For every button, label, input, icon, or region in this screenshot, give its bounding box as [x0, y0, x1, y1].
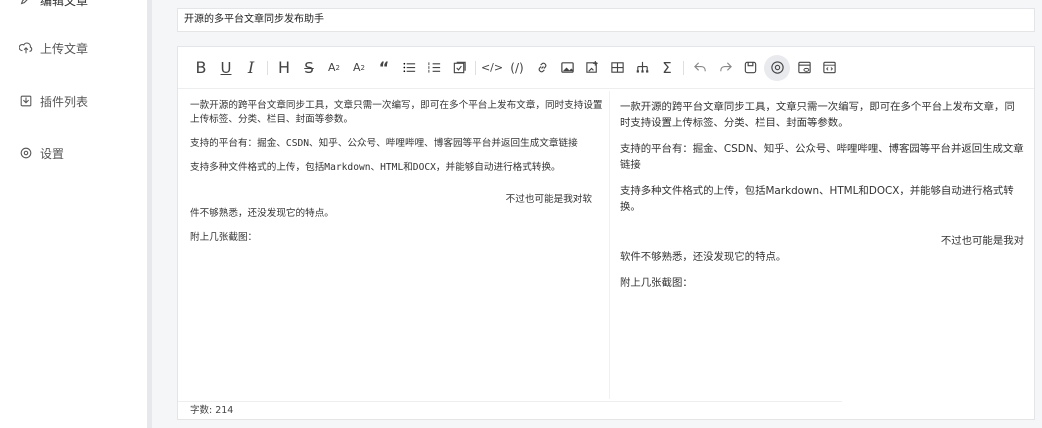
editor-toolbar: B U I H S A2 A2 “ </> (/) Σ: [178, 47, 1034, 89]
inline-formula-icon[interactable]: (/): [506, 56, 528, 80]
source-paragraph: 支持多种文件格式的上传，包括Markdown、HTML和DOCX，并能够自动进行…: [190, 162, 561, 173]
source-paragraph: 一款开源的跨平台文章同步工具，文章只需一次编写，即可在多个平台上发布文章，同时支…: [190, 100, 603, 125]
preview-paragraph: 支持多种文件格式的上传，包括Markdown、HTML和DOCX，并能够自动进行…: [620, 185, 1014, 213]
edit-icon: [19, 0, 33, 7]
undo-icon[interactable]: [689, 56, 711, 80]
superscript-icon[interactable]: A2: [348, 56, 370, 80]
preview-pane: 一款开源的跨平台文章同步工具，文章只需一次编写，即可在多个平台上发布文章，同时支…: [620, 99, 1024, 301]
redo-icon[interactable]: [714, 56, 736, 80]
sidebar-item-label: 编辑文章: [40, 0, 89, 8]
table-icon[interactable]: [606, 56, 628, 80]
pane-divider: [609, 91, 610, 399]
save-icon[interactable]: [739, 56, 761, 80]
settings-icon: [19, 146, 33, 160]
task-list-icon[interactable]: [448, 56, 470, 80]
sidebar-item-label: 插件列表: [40, 94, 89, 109]
plugin-list-icon: [19, 94, 33, 108]
image-icon[interactable]: [556, 56, 578, 80]
sidebar-item-plugin-list[interactable]: 插件列表: [19, 91, 88, 111]
upload-icon: [19, 41, 33, 55]
toolbar-separator: [683, 60, 684, 75]
markdown-editor: B U I H S A2 A2 “ </> (/) Σ 一款开源的跨平台文章同步…: [177, 46, 1035, 420]
image-edit-icon[interactable]: [581, 56, 603, 80]
markdown-source-pane[interactable]: 一款开源的跨平台文章同步工具，文章只需一次编写，即可在多个平台上发布文章，同时支…: [190, 99, 606, 255]
preview-icon[interactable]: [764, 54, 790, 81]
bold-icon[interactable]: B: [190, 56, 212, 80]
source-paragraph: 附上几张截图：: [190, 232, 258, 243]
quote-icon[interactable]: “: [373, 56, 395, 80]
unordered-list-icon[interactable]: [398, 56, 420, 80]
toolbar-separator: [475, 60, 476, 75]
sidebar-item-label: 设置: [40, 146, 65, 161]
strikethrough-icon[interactable]: S: [298, 56, 320, 80]
preview-paragraph: 不过也可能是我对: [940, 235, 1024, 247]
sidebar-item-edit-article[interactable]: 编辑文章: [19, 0, 88, 10]
heading-icon[interactable]: H: [273, 56, 295, 80]
preview-paragraph: 软件不够熟悉，还没发现它的特点。: [620, 251, 787, 263]
article-title-input[interactable]: 开源的多平台文章同步发布助手: [177, 8, 1035, 32]
source-paragraph: 件不够熟悉，还没发现它的特点。: [190, 208, 334, 219]
source-paragraph: 支持的平台有：掘金、CSDN、知乎、公众号、哔哩哔哩、博客园等平台并返回生成文章…: [190, 138, 578, 149]
sidebar-item-upload-article[interactable]: 上传文章: [19, 38, 88, 58]
underline-icon[interactable]: U: [215, 56, 237, 80]
toolbar-separator: [267, 60, 268, 75]
source-paragraph: 不过也可能是我对软: [505, 194, 592, 205]
ordered-list-icon[interactable]: [423, 56, 445, 80]
italic-icon[interactable]: I: [240, 56, 262, 80]
code-icon[interactable]: </>: [481, 56, 503, 80]
sidebar-item-label: 上传文章: [40, 41, 89, 56]
sidebar-item-settings[interactable]: 设置: [19, 143, 64, 163]
preview-only-icon[interactable]: [793, 56, 815, 80]
preview-paragraph: 一款开源的跨平台文章同步工具，文章只需一次编写，即可在多个平台上发布文章，同时支…: [620, 101, 1015, 129]
link-icon[interactable]: [531, 56, 553, 80]
chart-icon[interactable]: [631, 56, 653, 80]
word-count: 字数: 214: [178, 401, 842, 419]
main-area: 开源的多平台文章同步发布助手 B U I H S A2 A2 “ </> (/)…: [152, 0, 1042, 428]
preview-paragraph: 附上几张截图：: [620, 277, 693, 289]
preview-paragraph: 支持的平台有：掘金、CSDN、知乎、公众号、哔哩哔哩、博客园等平台并返回生成文章…: [620, 143, 1024, 171]
formula-icon[interactable]: Σ: [656, 56, 678, 80]
code-preview-icon[interactable]: [818, 56, 840, 80]
sidebar: 编辑文章 上传文章 插件列表 设置: [0, 0, 147, 428]
subscript-icon[interactable]: A2: [323, 56, 345, 80]
